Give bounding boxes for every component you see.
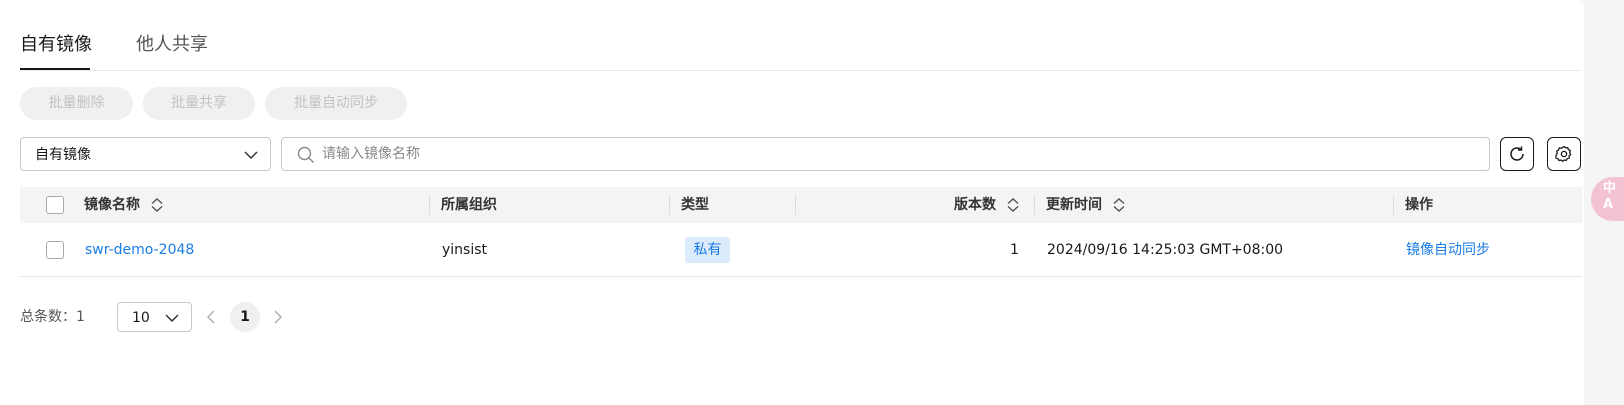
search-input[interactable] — [322, 138, 1482, 170]
batch-share-button[interactable]: 批量共享 — [143, 87, 255, 120]
organization-cell: yinsist — [442, 242, 488, 258]
batch-auto-sync-button[interactable]: 批量自动同步 — [265, 87, 407, 120]
type-badge: 私有 — [685, 237, 730, 263]
table-row: swr-demo-2048 yinsist 私有 1 2024/09/16 14… — [20, 223, 1582, 277]
image-scope-select[interactable]: 自有镜像 — [20, 137, 271, 171]
sort-icon[interactable] — [1007, 198, 1019, 212]
select-all-checkbox[interactable] — [46, 196, 64, 214]
chevron-down-icon — [244, 151, 258, 160]
column-divider — [1393, 195, 1394, 215]
column-type: 类型 — [681, 197, 709, 213]
search-box — [281, 137, 1490, 171]
column-divider — [795, 195, 796, 215]
gear-icon — [1555, 145, 1572, 162]
tab-bar: 自有镜像 他人共享 — [20, 0, 1582, 71]
column-divider — [429, 195, 430, 215]
column-versions[interactable]: 版本数 — [954, 187, 1019, 223]
sort-icon[interactable] — [151, 198, 163, 212]
floating-assistant-button[interactable]: 中A — [1591, 177, 1624, 221]
versions-cell: 1 — [1010, 242, 1019, 258]
refresh-button[interactable] — [1500, 137, 1534, 171]
floating-assistant-label: 中A — [1603, 181, 1617, 212]
column-label: 镜像名称 — [84, 197, 140, 213]
column-updated-time[interactable]: 更新时间 — [1046, 187, 1125, 223]
row-checkbox[interactable] — [46, 241, 64, 259]
page-size-value: 10 — [132, 310, 150, 326]
main-card: 自有镜像 他人共享 批量删除 批量共享 批量自动同步 自有镜像 请输入镜像名称 … — [0, 0, 1584, 405]
column-label: 版本数 — [954, 197, 996, 213]
column-image-name[interactable]: 镜像名称 — [84, 187, 163, 223]
table-header: 镜像名称 所属组织 类型 版本数 更新时间 操作 — [20, 187, 1582, 223]
auto-sync-link[interactable]: 镜像自动同步 — [1406, 223, 1490, 277]
page-size-select[interactable]: 10 — [117, 302, 192, 332]
next-page-icon[interactable] — [272, 309, 284, 325]
image-name-link[interactable]: swr-demo-2048 — [85, 223, 194, 277]
total-count: 总条数：1 — [20, 309, 85, 325]
updated-time-cell: 2024/09/16 14:25:03 GMT+08:00 — [1047, 242, 1284, 258]
active-tab-indicator — [20, 68, 90, 70]
column-organization: 所属组织 — [441, 197, 497, 213]
column-label: 更新时间 — [1046, 197, 1102, 213]
tab-shared-images[interactable]: 他人共享 — [136, 32, 208, 58]
column-divider — [1034, 195, 1035, 215]
sort-icon[interactable] — [1113, 198, 1125, 212]
batch-delete-button[interactable]: 批量删除 — [20, 87, 133, 120]
column-divider — [669, 195, 670, 215]
image-scope-value: 自有镜像 — [35, 147, 91, 163]
previous-page-icon[interactable] — [205, 309, 217, 325]
page-number-current[interactable]: 1 — [230, 302, 260, 332]
tab-own-images[interactable]: 自有镜像 — [20, 32, 92, 58]
chevron-down-icon — [165, 314, 179, 323]
refresh-icon — [1510, 146, 1524, 161]
column-actions: 操作 — [1405, 197, 1433, 213]
search-icon — [297, 146, 314, 163]
settings-button[interactable] — [1547, 137, 1581, 171]
